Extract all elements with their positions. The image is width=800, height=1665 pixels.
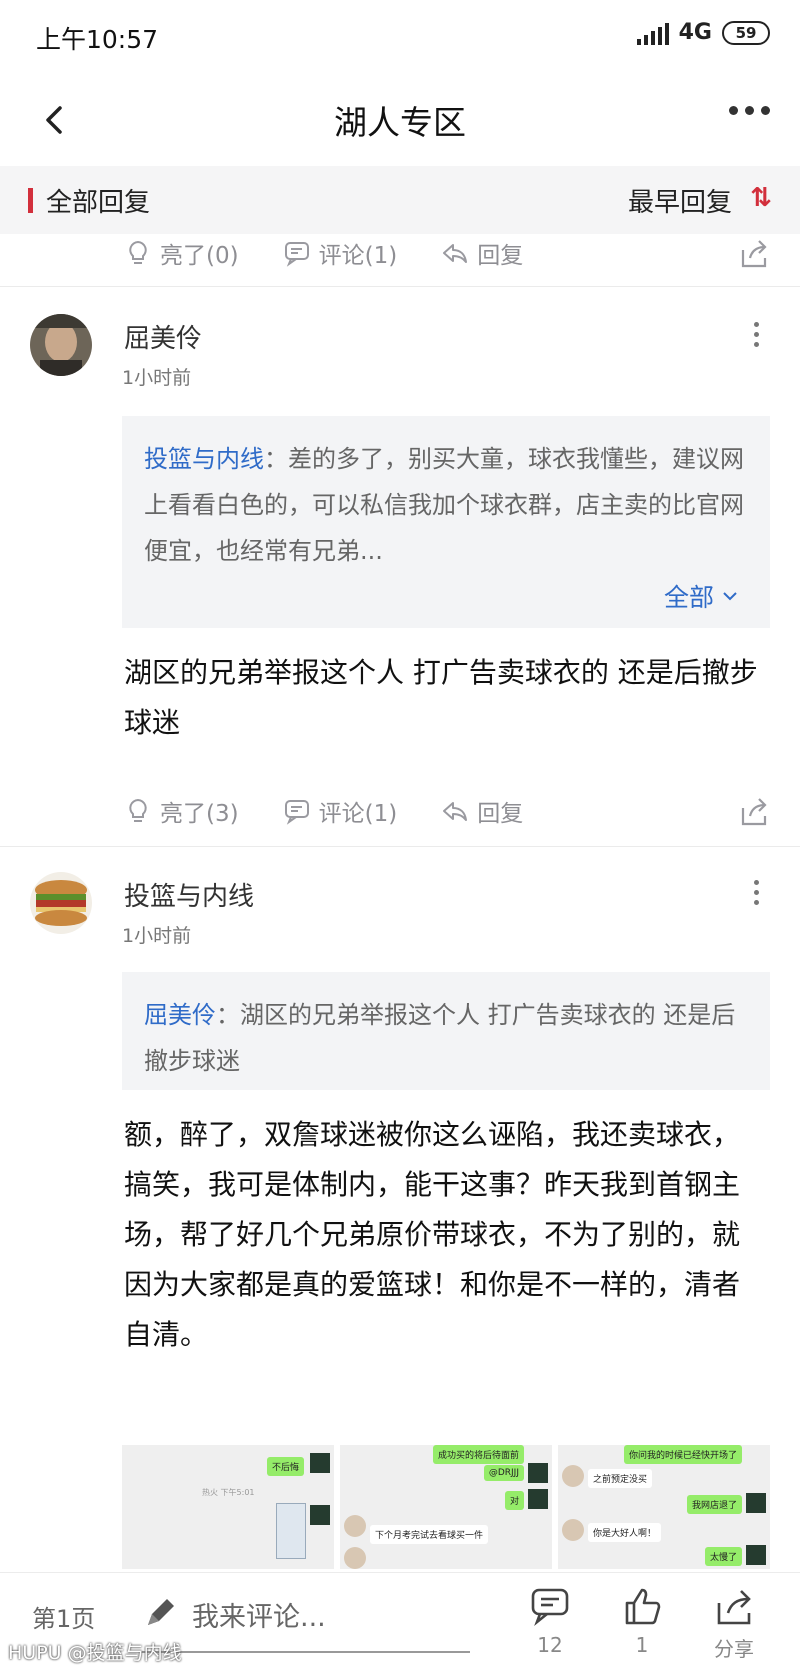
comment-bubble-icon — [284, 800, 309, 825]
accent-bar — [28, 188, 33, 213]
chat-screenshot-image[interactable]: 你问我的时候已经快开场了 之前预定没买 我网店退了 你是大好人啊！ 太慢了 — [558, 1445, 770, 1569]
share-icon — [717, 1590, 751, 1625]
action-row: 亮了(0) 评论(1) 回复 — [124, 226, 770, 280]
chevron-down-icon — [723, 592, 737, 601]
divider — [0, 846, 800, 847]
pencil-icon — [148, 1599, 174, 1625]
comment-body: 湖区的兄弟举报这个人 打广告卖球衣的 还是后撤步球迷 — [124, 656, 758, 739]
signal-icon — [636, 21, 669, 45]
sort-toggle-icon[interactable]: ⇅ — [750, 183, 772, 213]
share-button[interactable]: 分享 — [704, 1585, 764, 1662]
avatar[interactable] — [30, 314, 92, 376]
reply-button[interactable]: 回复 — [441, 794, 523, 828]
quoted-reply[interactable]: 屈美伶：湖区的兄弟举报这个人 打广告卖球衣的 还是后撤步球迷 — [122, 972, 770, 1090]
all-replies-label: 全部回复 — [46, 188, 151, 218]
comment-menu-icon[interactable] — [754, 880, 760, 905]
quoted-username[interactable]: 投篮与内线 — [144, 445, 264, 473]
thread-page: 上午10:57 4G 59 湖人专区 全部回复 最早回复 ⇅ 亮了(0) 评论(… — [0, 0, 800, 1665]
light-button[interactable]: 亮了(0) — [124, 236, 239, 270]
sort-button[interactable]: 最早回复 — [628, 182, 732, 219]
post-time: 1小时前 — [122, 925, 192, 947]
expand-button[interactable]: 全部 — [664, 578, 738, 614]
avatar[interactable] — [30, 872, 92, 934]
comment-bubble-icon — [531, 1588, 569, 1626]
more-options-icon[interactable] — [729, 106, 770, 115]
action-row: 亮了(3) 评论(1) 回复 — [124, 784, 770, 838]
comments-count-button[interactable]: 12 — [520, 1585, 580, 1657]
chat-screenshot-image[interactable]: 成功买的将后待面前 @DRJJJ 对 下个月考完试去看球买一件 — [340, 1445, 552, 1569]
watermark: HUPU @投篮与内线 — [8, 1642, 182, 1664]
username[interactable]: 投篮与内线 — [124, 876, 254, 913]
post-time: 1小时前 — [122, 367, 192, 389]
replies-header: 全部回复 最早回复 ⇅ — [0, 166, 800, 234]
share-icon[interactable] — [738, 794, 770, 828]
comment-menu-icon[interactable] — [754, 322, 760, 347]
reply-arrow-icon — [443, 244, 468, 263]
comment-bubble-icon — [284, 242, 309, 267]
quoted-reply[interactable]: 投篮与内线：差的多了，别买大童，球衣我懂些，建议网上看看白色的，可以私信我加个球… — [122, 416, 770, 628]
nav-bar: 湖人专区 — [0, 76, 800, 166]
like-button[interactable]: 1 — [612, 1585, 672, 1657]
username[interactable]: 屈美伶 — [124, 318, 202, 355]
lightbulb-icon — [129, 240, 147, 264]
reply-button[interactable]: 回复 — [441, 236, 523, 270]
light-button[interactable]: 亮了(3) — [124, 794, 239, 828]
page-title: 湖人专区 — [334, 103, 466, 142]
comment-input[interactable]: 我来评论... — [192, 1595, 326, 1634]
page-number[interactable]: 第1页 — [32, 1599, 95, 1634]
input-underline — [140, 1651, 470, 1653]
status-bar: 上午10:57 4G 59 — [0, 0, 800, 76]
lightbulb-icon — [129, 798, 147, 822]
chat-screenshot-image[interactable]: 不后悔 热火 下午5:01 — [122, 1445, 334, 1569]
share-icon[interactable] — [738, 236, 770, 270]
status-time: 上午10:57 — [36, 25, 159, 54]
reply-arrow-icon — [443, 802, 468, 821]
battery-icon: 59 — [722, 20, 770, 45]
comment-body: 额，醉了，双詹球迷被你这么诬陷，我还卖球衣，搞笑，我可是体制内，能干这事？昨天我… — [124, 1118, 741, 1351]
divider — [0, 286, 800, 287]
quoted-username[interactable]: 屈美伶 — [144, 1001, 216, 1029]
network-type: 4G — [678, 20, 712, 45]
attached-images[interactable]: 不后悔 热火 下午5:01 成功买的将后待面前 @DRJJJ 对 下个月考完试去… — [122, 1445, 770, 1569]
quoted-text: ：湖区的兄弟举报这个人 打广告卖球衣的 还是后撤步球迷 — [144, 1001, 736, 1075]
comment-button[interactable]: 评论(1) — [283, 794, 397, 828]
thumbs-up-icon — [625, 1588, 661, 1625]
comment-button[interactable]: 评论(1) — [283, 236, 397, 270]
